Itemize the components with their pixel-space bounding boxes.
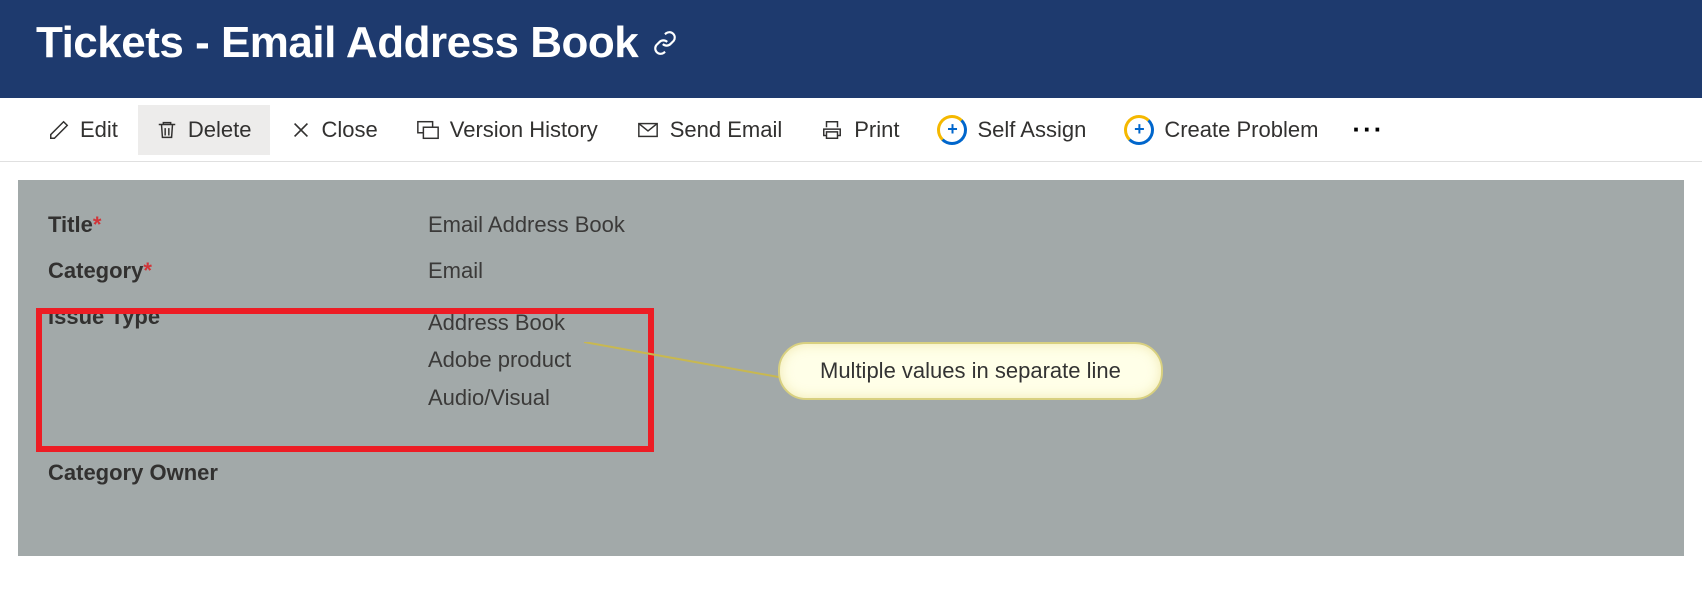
toolbar-label: Version History bbox=[450, 117, 598, 143]
field-label: Category* bbox=[48, 258, 428, 284]
annotation-callout: Multiple values in separate line bbox=[778, 342, 1163, 400]
toolbar-label: Create Problem bbox=[1164, 117, 1318, 143]
field-value: Email bbox=[428, 258, 483, 284]
form-row-title: Title* Email Address Book bbox=[48, 202, 1654, 248]
close-icon bbox=[290, 119, 312, 141]
form-panel: Title* Email Address Book Category* Emai… bbox=[18, 180, 1684, 556]
mail-icon bbox=[636, 119, 660, 141]
issue-type-item: Address Book bbox=[428, 304, 571, 341]
issue-type-item: Adobe product bbox=[428, 341, 571, 378]
field-label: Issue Type bbox=[48, 304, 428, 330]
toolbar-label: Delete bbox=[188, 117, 252, 143]
close-button[interactable]: Close bbox=[272, 105, 396, 155]
content-area: Title* Email Address Book Category* Emai… bbox=[0, 162, 1702, 596]
link-icon[interactable] bbox=[652, 30, 678, 56]
edit-button[interactable]: Edit bbox=[30, 105, 136, 155]
self-assign-button[interactable]: Self Assign bbox=[919, 103, 1104, 157]
field-value: Email Address Book bbox=[428, 212, 625, 238]
print-button[interactable]: Print bbox=[802, 105, 917, 155]
toolbar-label: Print bbox=[854, 117, 899, 143]
field-label: Title* bbox=[48, 212, 428, 238]
annotation-text: Multiple values in separate line bbox=[820, 358, 1121, 383]
form-row-category: Category* Email bbox=[48, 248, 1654, 294]
delete-button[interactable]: Delete bbox=[138, 105, 270, 155]
pencil-icon bbox=[48, 119, 70, 141]
form-row-category-owner: Category Owner bbox=[48, 450, 1654, 496]
version-history-button[interactable]: Version History bbox=[398, 105, 616, 155]
issue-type-item: Audio/Visual bbox=[428, 379, 571, 416]
field-value-multi: Address Book Adobe product Audio/Visual bbox=[428, 304, 571, 416]
trash-icon bbox=[156, 119, 178, 141]
more-actions-button[interactable]: ··· bbox=[1338, 102, 1398, 157]
toolbar: Edit Delete Close Version History bbox=[0, 98, 1702, 162]
version-history-icon bbox=[416, 119, 440, 141]
toolbar-label: Self Assign bbox=[977, 117, 1086, 143]
print-icon bbox=[820, 119, 844, 141]
create-problem-icon bbox=[1124, 115, 1154, 145]
page-title: Tickets - Email Address Book bbox=[36, 18, 638, 68]
field-label: Category Owner bbox=[48, 460, 428, 486]
toolbar-label: Close bbox=[322, 117, 378, 143]
toolbar-label: Send Email bbox=[670, 117, 783, 143]
create-problem-button[interactable]: Create Problem bbox=[1106, 103, 1336, 157]
send-email-button[interactable]: Send Email bbox=[618, 105, 801, 155]
self-assign-icon bbox=[937, 115, 967, 145]
toolbar-label: Edit bbox=[80, 117, 118, 143]
page-header: Tickets - Email Address Book bbox=[0, 0, 1702, 98]
